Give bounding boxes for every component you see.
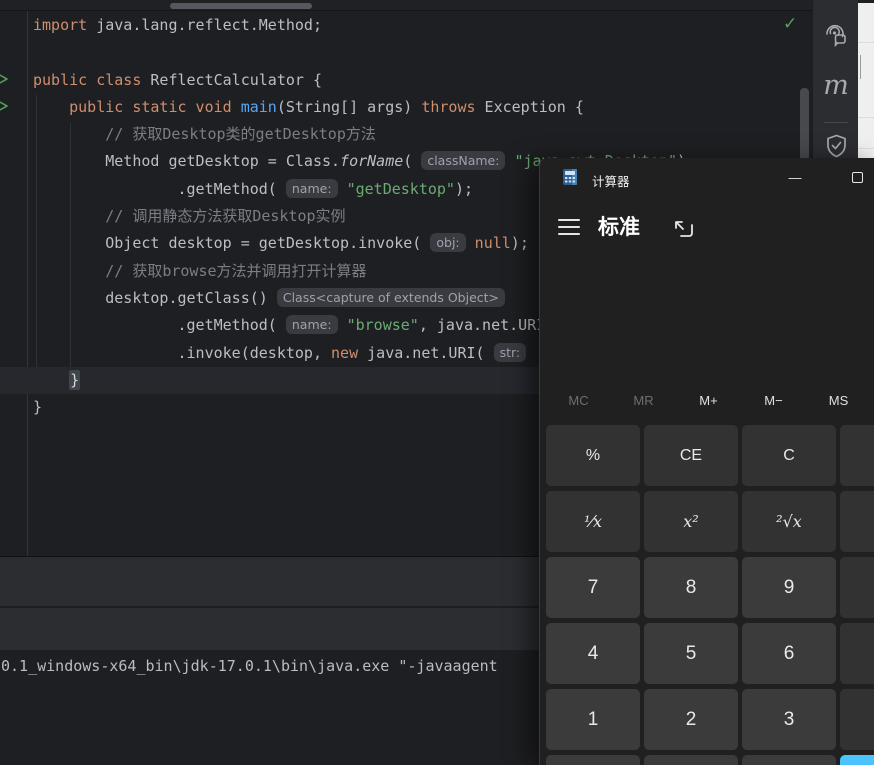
minimize-button[interactable]: —	[778, 164, 812, 190]
code-line	[33, 39, 812, 66]
gutter-divider	[27, 11, 28, 556]
memory-button-row: MCMRM+M−MS	[546, 386, 871, 416]
calc-button-digit-6[interactable]: 6	[742, 623, 836, 684]
maximize-icon	[852, 172, 863, 183]
menu-hamburger-icon[interactable]	[558, 219, 580, 235]
calc-button-subtract[interactable]: −	[840, 623, 874, 684]
ide-window: import java.lang.reflect.Method; public c…	[0, 0, 874, 765]
calc-button-equals[interactable]: =	[840, 755, 874, 765]
inspections-ok-icon[interactable]: ✓	[783, 14, 797, 34]
calc-button-digit-1[interactable]: 1	[546, 689, 640, 750]
calc-button-digit-3[interactable]: 3	[742, 689, 836, 750]
calc-button-multiply[interactable]: ×	[840, 557, 874, 618]
window-title: 计算器	[592, 171, 630, 190]
code-line: public class ReflectCalculator {	[33, 67, 812, 94]
code-line: import java.lang.reflect.Method;	[33, 12, 812, 39]
ai-assistant-icon[interactable]	[821, 20, 851, 50]
inlay-hint: Class<capture of extends Object>	[277, 288, 505, 307]
calc-button-clear-entry[interactable]: CE	[644, 425, 738, 486]
calc-button-digit-2[interactable]: 2	[644, 689, 738, 750]
calc-button-digit-5[interactable]: 5	[644, 623, 738, 684]
keep-on-top-icon[interactable]	[672, 218, 696, 240]
run-class-icon[interactable]	[0, 72, 9, 86]
calculator-window: 计算器 — 标准 MCMRM+M−MS %CEC⌫ ⅟xx²²√x÷ 789× 456…	[539, 158, 874, 765]
calc-button-decimal[interactable]: .	[742, 755, 836, 765]
code-line: public static void main(String[] args) t…	[33, 94, 812, 121]
memory-subtract-button[interactable]: M−	[741, 386, 806, 416]
calculator-keypad: %CEC⌫ ⅟xx²²√x÷ 789× 456− 123+ +/− 0. =	[546, 425, 874, 765]
console-command-line: 0.1_windows-x64_bin\jdk-17.0.1\bin\java.…	[1, 658, 498, 675]
calculator-mode-label: 标准	[598, 211, 640, 241]
memory-clear-button[interactable]: MC	[546, 386, 611, 416]
maximize-button[interactable]	[840, 164, 874, 190]
calc-button-divide[interactable]: ÷	[840, 491, 874, 552]
editor-horizontal-scrollbar	[0, 0, 812, 11]
calc-button-reciprocal[interactable]: ⅟x	[546, 491, 640, 552]
memory-store-button[interactable]: MS	[806, 386, 871, 416]
horizontal-scrollbar-thumb[interactable]	[170, 3, 312, 9]
calc-button-digit-8[interactable]: 8	[644, 557, 738, 618]
code-line: // 获取Desktop类的getDesktop方法	[33, 121, 812, 148]
calc-button-digit-9[interactable]: 9	[742, 557, 836, 618]
calc-button-square-root[interactable]: ²√x	[742, 491, 836, 552]
run-main-icon[interactable]	[0, 99, 9, 113]
calc-button-digit-4[interactable]: 4	[546, 623, 640, 684]
calc-button-digit-7[interactable]: 7	[546, 557, 640, 618]
calc-button-square[interactable]: x²	[644, 491, 738, 552]
calc-button-percent[interactable]: %	[546, 425, 640, 486]
calc-button-clear[interactable]: C	[742, 425, 836, 486]
stripe-divider	[824, 122, 848, 123]
inlay-hint: className:	[421, 151, 505, 170]
calc-button-add[interactable]: +	[840, 689, 874, 750]
memory-recall-button[interactable]: MR	[611, 386, 676, 416]
maven-icon[interactable]: m	[821, 70, 851, 100]
inlay-hint: obj:	[430, 233, 465, 252]
inlay-hint: str:	[494, 343, 527, 362]
calc-button-negate[interactable]: +/−	[546, 755, 640, 765]
inlay-hint: name:	[286, 179, 338, 198]
security-shield-icon[interactable]	[821, 131, 851, 161]
calc-button-digit-0[interactable]: 0	[644, 755, 738, 765]
inlay-hint: name:	[286, 315, 338, 334]
calculator-app-icon	[561, 168, 579, 186]
calc-button-backspace[interactable]: ⌫	[840, 425, 874, 486]
background-window-edge	[858, 3, 874, 158]
calculator-titlebar[interactable]: 计算器 —	[540, 158, 874, 198]
memory-add-button[interactable]: M+	[676, 386, 741, 416]
